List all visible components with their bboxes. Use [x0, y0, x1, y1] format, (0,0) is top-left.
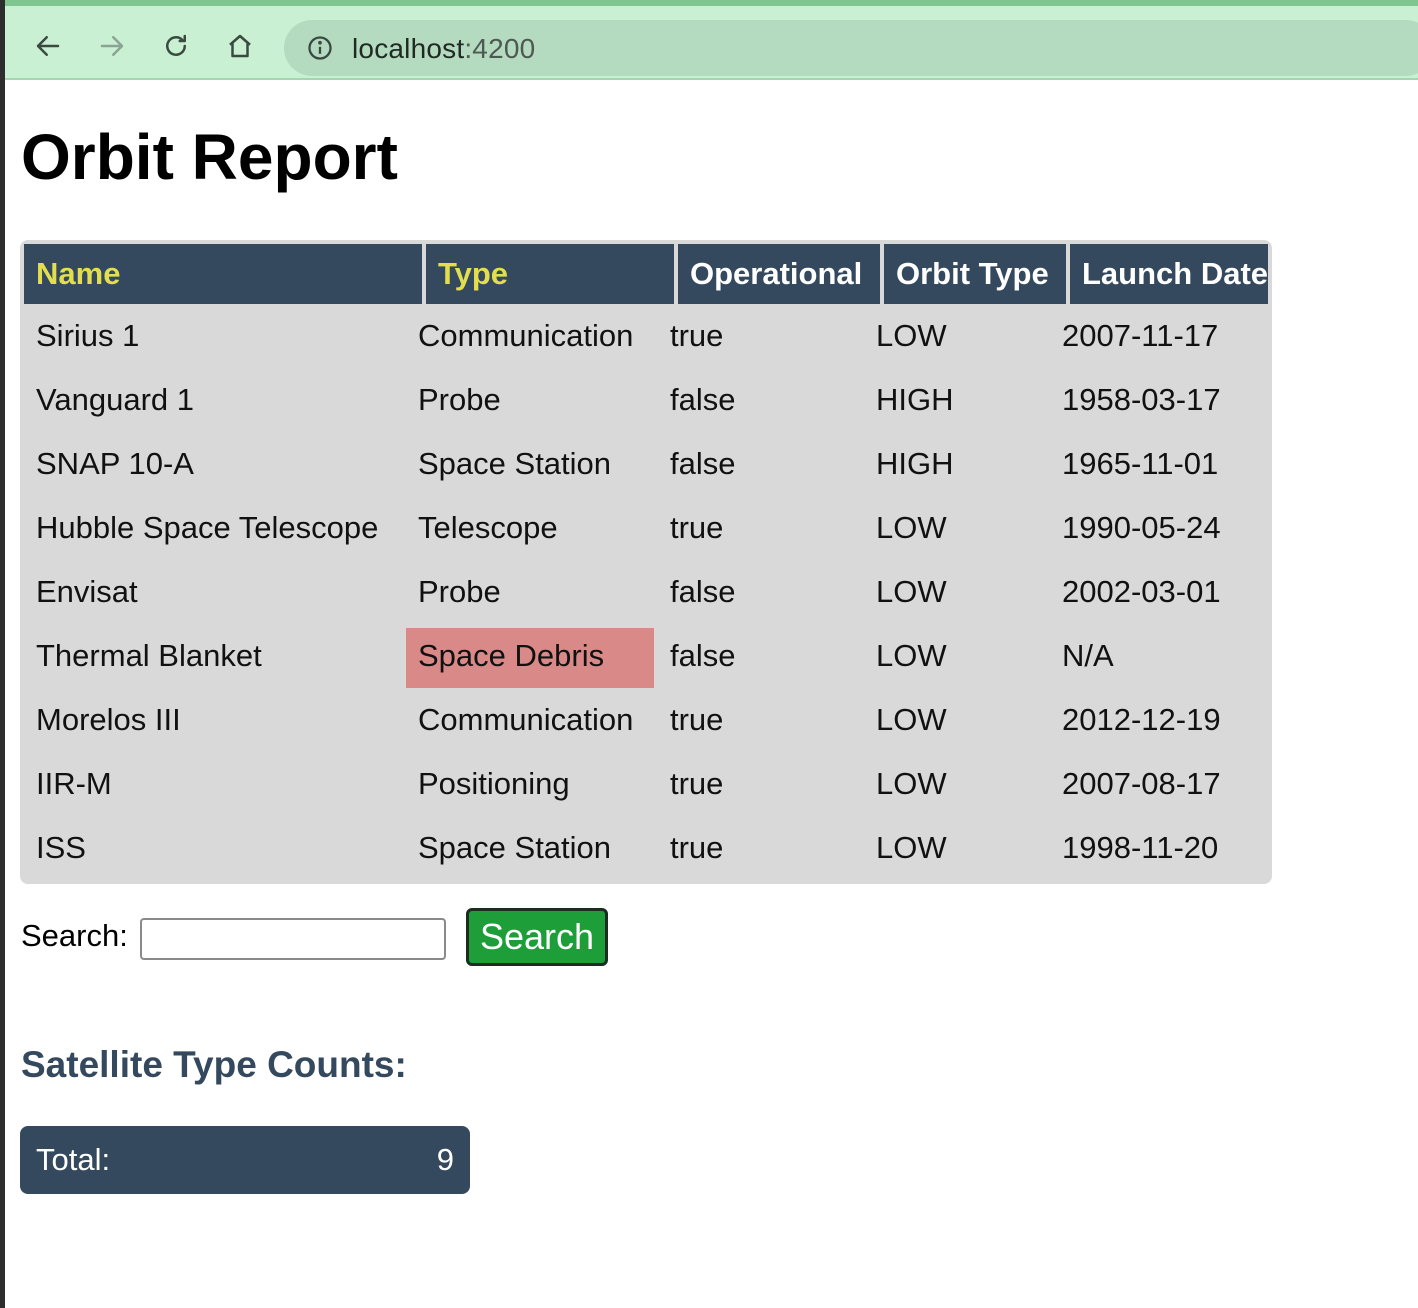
table-row: Hubble Space Telescope Telescope true LOW 19… [20, 496, 1272, 560]
table-row: IIR-M Positioning true LOW 2007-08-17 [20, 752, 1272, 816]
cell-orbit-type: LOW [876, 510, 947, 545]
cell-operational: true [670, 510, 724, 545]
cell-orbit-type: LOW [876, 766, 947, 801]
cell-launch-date: 2007-11-17 [1062, 318, 1219, 353]
cell-name: ISS [36, 830, 86, 865]
total-count-box: Total: 9 [20, 1126, 470, 1194]
cell-type: Probe [418, 574, 501, 609]
url-port: :4200 [464, 33, 536, 64]
total-label: Total: [36, 1142, 111, 1177]
table-row: Morelos III Communication true LOW 2012-12-1… [20, 688, 1272, 752]
cell-name: Envisat [36, 574, 138, 609]
cell-type: Telescope [418, 510, 558, 545]
satellite-table: Name Type Operational Orbit Type Launch … [20, 240, 1272, 884]
total-value: 9 [436, 1142, 454, 1177]
cell-operational: true [670, 318, 724, 353]
cell-launch-date: 2012-12-19 [1062, 702, 1221, 737]
cell-name: Thermal Blanket [36, 638, 262, 673]
cell-name: Hubble Space Telescope [36, 510, 379, 545]
cell-name: SNAP 10-A [36, 446, 194, 481]
cell-orbit-type: LOW [876, 318, 947, 353]
cell-operational: false [670, 638, 736, 673]
url-host: localhost [352, 33, 465, 64]
cell-type: Space Station [418, 446, 612, 481]
back-arrow-icon[interactable] [30, 28, 66, 64]
search-label: Search: [21, 918, 128, 953]
forward-arrow-icon[interactable] [94, 28, 130, 64]
cell-launch-date: 2007-08-17 [1062, 766, 1221, 801]
cell-operational: true [670, 702, 724, 737]
cell-orbit-type: LOW [876, 830, 947, 865]
header-type[interactable]: Type [426, 244, 674, 304]
reload-icon[interactable] [158, 28, 194, 64]
info-icon[interactable] [306, 34, 334, 62]
home-icon[interactable] [222, 28, 258, 64]
table-row: Envisat Probe false LOW 2002-03-01 [20, 560, 1272, 624]
cell-operational: false [670, 574, 736, 609]
cell-type: Positioning [418, 766, 570, 801]
page-title: Orbit Report [21, 121, 398, 193]
cell-operational: false [670, 382, 736, 417]
address-bar[interactable]: localhost:4200 [284, 20, 1418, 76]
type-counts-heading: Satellite Type Counts: [21, 1044, 407, 1085]
cell-type: Communication [418, 702, 634, 737]
cell-orbit-type: LOW [876, 574, 947, 609]
table-row: Thermal Blanket Space Debris false LOW N/A [20, 624, 1272, 688]
cell-launch-date: 1990-05-24 [1062, 510, 1221, 545]
cell-orbit-type: LOW [876, 702, 947, 737]
header-launch-date: Launch Date [1070, 244, 1268, 304]
cell-launch-date: 1965-11-01 [1062, 446, 1219, 481]
cell-name: IIR-M [36, 766, 112, 801]
cell-launch-date: N/A [1062, 638, 1114, 673]
cell-type: Communication [418, 318, 634, 353]
cell-type: Space Debris [406, 628, 654, 688]
cell-orbit-type: HIGH [876, 446, 954, 481]
window-edge [0, 0, 5, 1308]
cell-launch-date: 1998-11-20 [1062, 830, 1219, 865]
header-operational: Operational [678, 244, 880, 304]
cell-type: Probe [418, 382, 501, 417]
search-button[interactable]: Search [466, 908, 608, 966]
cell-operational: true [670, 830, 724, 865]
cell-name: Morelos III [36, 702, 181, 737]
url-text[interactable]: localhost:4200 [352, 33, 535, 65]
cell-type: Space Station [418, 830, 612, 865]
header-name[interactable]: Name [24, 244, 422, 304]
cell-orbit-type: HIGH [876, 382, 954, 417]
cell-launch-date: 1958-03-17 [1062, 382, 1221, 417]
cell-name: Vanguard 1 [36, 382, 194, 417]
cell-orbit-type: LOW [876, 638, 947, 673]
search-input[interactable] [140, 918, 446, 960]
table-row: SNAP 10-A Space Station false HIGH 1965-11-0… [20, 432, 1272, 496]
table-row: Sirius 1 Communication true LOW 2007-11-17 [20, 304, 1272, 368]
table-row: ISS Space Station true LOW 1998-11-20 [20, 816, 1272, 880]
browser-toolbar: localhost:4200 [0, 0, 1418, 80]
cell-launch-date: 2002-03-01 [1062, 574, 1221, 609]
cell-name: Sirius 1 [36, 318, 140, 353]
table-row: Vanguard 1 Probe false HIGH 1958-03-17 [20, 368, 1272, 432]
cell-operational: true [670, 766, 724, 801]
cell-operational: false [670, 446, 736, 481]
header-orbit-type: Orbit Type [884, 244, 1066, 304]
